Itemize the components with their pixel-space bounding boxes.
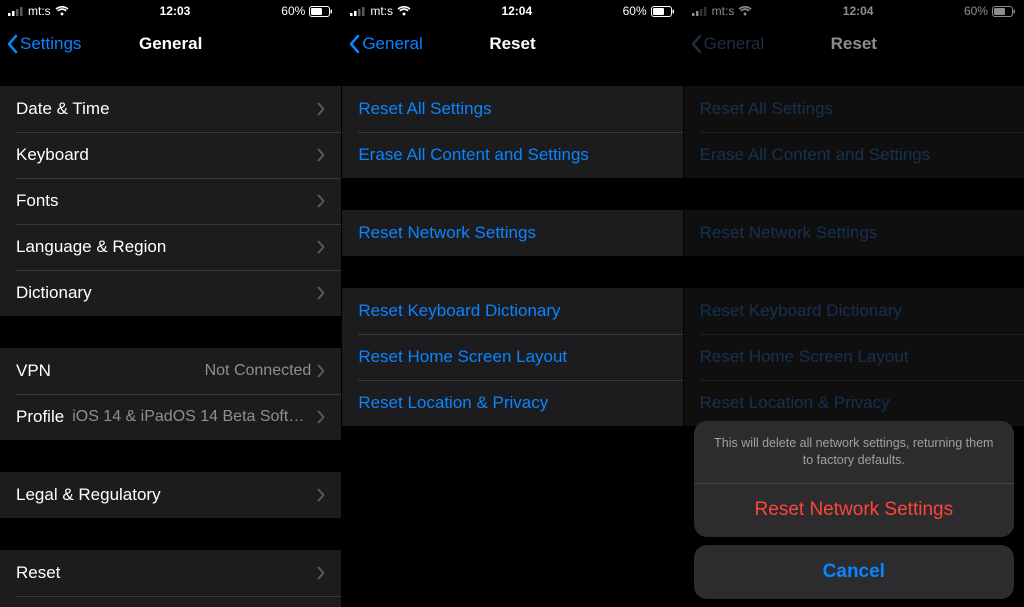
battery-icon [651,6,675,17]
action-sheet-cancel-button[interactable]: Cancel [694,545,1014,599]
chevron-right-icon [317,194,325,208]
wifi-icon [397,6,411,16]
label-language-region: Language & Region [16,237,317,257]
wifi-icon [55,6,69,16]
battery-percent: 60% [623,4,647,18]
chevron-left-icon [348,34,360,54]
chevron-right-icon [317,240,325,254]
label-reset-home: Reset Home Screen Layout [700,347,1008,367]
row-vpn[interactable]: VPNNot Connected [0,348,341,394]
label-date-time: Date & Time [16,99,317,119]
action-sheet-reset-button[interactable]: Reset Network Settings [694,483,1014,537]
row-reset-location-privacy: Reset Location & Privacy [684,380,1024,426]
chevron-right-icon [317,488,325,502]
row-reset-home-screen[interactable]: Reset Home Screen Layout [342,334,682,380]
value-vpn: Not Connected [205,362,312,380]
row-language-region[interactable]: Language & Region [0,224,341,270]
chevron-right-icon [317,364,325,378]
row-reset-location-privacy[interactable]: Reset Location & Privacy [342,380,682,426]
clock: 12:03 [160,4,191,18]
chevron-right-icon [317,410,325,424]
carrier-label: mt:s [712,4,735,18]
battery-icon [309,6,333,17]
row-legal-regulatory[interactable]: Legal & Regulatory [0,472,341,518]
action-sheet: This will delete all network settings, r… [694,421,1014,599]
row-reset-network-settings[interactable]: Reset Network Settings [342,210,682,256]
chevron-right-icon [317,102,325,116]
row-reset-keyboard-dictionary[interactable]: Reset Keyboard Dictionary [342,288,682,334]
row-dictionary[interactable]: Dictionary [0,270,341,316]
label-reset-network: Reset Network Settings [700,223,1008,243]
label-fonts: Fonts [16,191,317,211]
cellular-icon [692,6,708,16]
value-profile: iOS 14 & iPadOS 14 Beta Softwar... [72,408,311,426]
label-reset-all: Reset All Settings [358,99,666,119]
back-button[interactable]: General [348,34,422,54]
row-keyboard[interactable]: Keyboard [0,132,341,178]
row-profile[interactable]: Profile iOS 14 & iPadOS 14 Beta Softwar..… [0,394,341,440]
row-erase-all-content[interactable]: Erase All Content and Settings [342,132,682,178]
screen-reset-confirm: mt:s 12:04 60% General Reset Reset All S… [683,0,1024,607]
back-label: General [704,34,764,54]
row-reset[interactable]: Reset [0,550,341,596]
row-reset-all-settings[interactable]: Reset All Settings [342,86,682,132]
label-reset: Reset [16,563,317,583]
row-reset-all-settings: Reset All Settings [684,86,1024,132]
row-erase-all-content: Erase All Content and Settings [684,132,1024,178]
cellular-icon [8,6,24,16]
label-vpn: VPN [16,361,205,381]
nav-bar: General Reset [342,22,682,66]
back-button[interactable]: Settings [6,34,81,54]
back-label: General [362,34,422,54]
label-reset-all: Reset All Settings [700,99,1008,119]
status-bar: mt:s 12:04 60% [684,0,1024,22]
chevron-left-icon [690,34,702,54]
cellular-icon [350,6,366,16]
back-button: General [690,34,764,54]
row-reset-home-screen: Reset Home Screen Layout [684,334,1024,380]
wifi-icon [738,6,752,16]
screen-reset: mt:s 12:04 60% General Reset Reset All S… [341,0,682,607]
label-reset-keyboard: Reset Keyboard Dictionary [358,301,666,321]
nav-bar: Settings General [0,22,341,66]
battery-percent: 60% [964,4,988,18]
clock: 12:04 [501,4,532,18]
label-erase-all: Erase All Content and Settings [700,145,1008,165]
screen-general: mt:s 12:03 60% Settings General Date & T… [0,0,341,607]
label-keyboard: Keyboard [16,145,317,165]
carrier-label: mt:s [28,4,51,18]
carrier-label: mt:s [370,4,393,18]
clock: 12:04 [843,4,874,18]
label-reset-location: Reset Location & Privacy [700,393,1008,413]
back-label: Settings [20,34,81,54]
row-fonts[interactable]: Fonts [0,178,341,224]
row-reset-keyboard-dictionary: Reset Keyboard Dictionary [684,288,1024,334]
label-reset-location: Reset Location & Privacy [358,393,666,413]
status-bar: mt:s 12:03 60% [0,0,341,22]
action-sheet-message: This will delete all network settings, r… [694,421,1014,483]
label-reset-network: Reset Network Settings [358,223,666,243]
chevron-right-icon [317,286,325,300]
label-dictionary: Dictionary [16,283,317,303]
chevron-right-icon [317,148,325,162]
row-shut-down[interactable]: Shut Down [0,596,341,607]
label-legal: Legal & Regulatory [16,485,317,505]
chevron-left-icon [6,34,18,54]
nav-bar: General Reset [684,22,1024,66]
row-reset-network-settings: Reset Network Settings [684,210,1024,256]
battery-percent: 60% [281,4,305,18]
status-bar: mt:s 12:04 60% [342,0,682,22]
label-reset-home: Reset Home Screen Layout [358,347,666,367]
chevron-right-icon [317,566,325,580]
row-date-time[interactable]: Date & Time [0,86,341,132]
battery-icon [992,6,1016,17]
label-reset-keyboard: Reset Keyboard Dictionary [700,301,1008,321]
label-profile: Profile [16,407,64,427]
label-erase-all: Erase All Content and Settings [358,145,666,165]
